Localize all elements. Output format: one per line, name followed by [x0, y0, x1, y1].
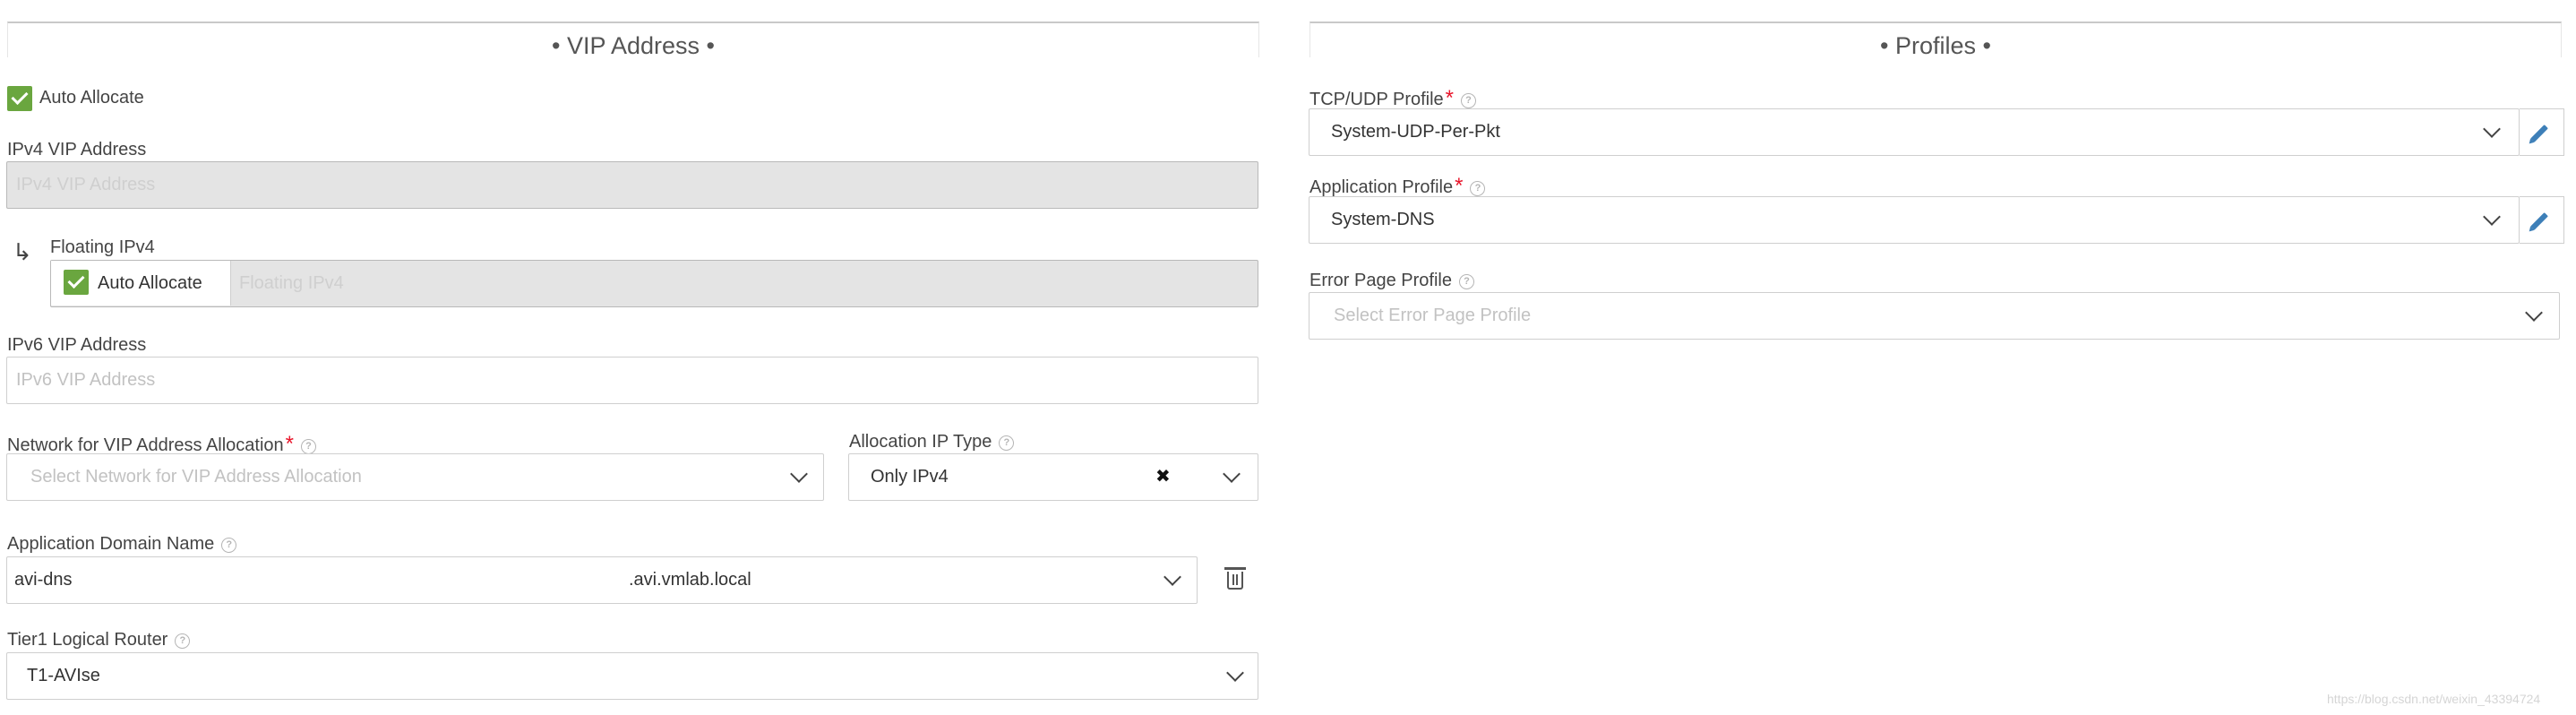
edit-app-profile-button[interactable] [2520, 196, 2564, 244]
profiles-section-header: • Profiles • [1309, 22, 2562, 59]
vip-section-header: • VIP Address • [7, 22, 1259, 59]
help-icon[interactable]: ? [999, 435, 1015, 451]
error-page-profile-placeholder: Select Error Page Profile [1334, 306, 1532, 325]
app-profile-label: Application Profile*? [1309, 174, 1486, 199]
arrow-down-right-icon: ↳ [13, 238, 32, 265]
trash-icon[interactable] [1224, 567, 1246, 590]
app-profile-value: System-DNS [1331, 210, 1435, 229]
floating-ipv4-input: Auto Allocate Floating IPv4 [50, 260, 1258, 307]
ipv6-vip-label: IPv6 VIP Address [7, 335, 147, 355]
tcp-udp-profile-label: TCP/UDP Profile*? [1309, 86, 1477, 111]
network-placeholder: Select Network for VIP Address Allocatio… [30, 467, 362, 487]
app-profile-label-text: Application Profile [1309, 177, 1454, 197]
pencil-icon [2530, 212, 2548, 230]
chevron-down-icon[interactable] [1226, 664, 1244, 682]
help-icon[interactable]: ? [1458, 274, 1474, 289]
network-select[interactable]: Select Network for VIP Address Allocatio… [6, 453, 824, 501]
chevron-down-icon[interactable] [1163, 568, 1181, 586]
allocation-ip-type-label: Allocation IP Type? [849, 432, 1015, 452]
floating-ipv4-placeholder: Floating IPv4 [239, 273, 344, 293]
required-marker: * [1455, 174, 1464, 198]
app-domain-label: Application Domain Name? [7, 534, 237, 555]
tcp-udp-profile-select[interactable]: System-UDP-Per-Pkt [1309, 108, 2520, 156]
chevron-down-icon[interactable] [2525, 304, 2543, 322]
app-domain-suffix[interactable]: .avi.vmlab.local [629, 557, 751, 602]
help-icon[interactable]: ? [301, 439, 317, 454]
app-domain-label-text: Application Domain Name [7, 534, 215, 554]
tcp-udp-profile-label-text: TCP/UDP Profile [1309, 90, 1444, 109]
ipv6-vip-placeholder: IPv6 VIP Address [16, 370, 156, 390]
ipv6-vip-input[interactable]: IPv6 VIP Address [6, 357, 1258, 404]
required-marker: * [285, 432, 295, 456]
network-label-text: Network for VIP Address Allocation [7, 435, 284, 455]
tier1-router-label-text: Tier1 Logical Router [7, 630, 168, 650]
ipv4-vip-label: IPv4 VIP Address [7, 140, 147, 159]
allocation-ip-type-value: Only IPv4 [871, 467, 949, 487]
error-page-profile-label-text: Error Page Profile [1309, 271, 1452, 290]
watermark-text: https://blog.csdn.net/weixin_43394724 [2327, 692, 2541, 706]
chevron-down-icon[interactable] [2483, 208, 2501, 226]
chevron-down-icon[interactable] [1223, 465, 1241, 483]
app-domain-input[interactable]: avi-dns .avi.vmlab.local [6, 556, 1198, 604]
floating-auto-allocate-addon[interactable]: Auto Allocate [51, 261, 231, 306]
tcp-udp-profile-value: System-UDP-Per-Pkt [1331, 122, 1500, 142]
app-domain-value[interactable]: avi-dns [14, 557, 72, 602]
error-page-profile-label: Error Page Profile? [1309, 271, 1474, 291]
chevron-down-icon[interactable] [790, 465, 808, 483]
auto-allocate-checkbox-icon[interactable] [7, 86, 32, 111]
pencil-icon [2530, 125, 2548, 142]
help-icon[interactable]: ? [221, 538, 237, 553]
auto-allocate-label: Auto Allocate [39, 88, 144, 108]
profiles-section-title: • Profiles • [1880, 32, 1991, 59]
floating-auto-allocate-checkbox-icon[interactable] [64, 270, 89, 295]
vip-section-title: • VIP Address • [552, 32, 715, 59]
tier1-router-label: Tier1 Logical Router? [7, 630, 191, 650]
close-icon[interactable]: ✖ [1155, 454, 1171, 499]
edit-tcp-udp-profile-button[interactable] [2520, 108, 2564, 156]
allocation-ip-type-select[interactable]: Only IPv4 ✖ [848, 453, 1258, 501]
floating-ipv4-label: Floating IPv4 [50, 237, 155, 257]
ipv4-vip-input: IPv4 VIP Address [6, 161, 1258, 209]
help-icon[interactable]: ? [175, 633, 191, 649]
tier1-router-select[interactable]: T1-AVIse [6, 652, 1258, 700]
required-marker: * [1445, 86, 1455, 110]
help-icon[interactable]: ? [1470, 181, 1486, 196]
app-profile-select[interactable]: System-DNS [1309, 196, 2520, 244]
tier1-router-value: T1-AVIse [27, 666, 100, 685]
error-page-profile-select[interactable]: Select Error Page Profile [1309, 292, 2560, 340]
ipv4-vip-placeholder: IPv4 VIP Address [16, 175, 156, 194]
chevron-down-icon[interactable] [2483, 120, 2501, 138]
help-icon[interactable]: ? [1461, 93, 1477, 108]
allocation-ip-type-label-text: Allocation IP Type [849, 432, 992, 452]
floating-auto-allocate-label: Auto Allocate [98, 273, 202, 293]
